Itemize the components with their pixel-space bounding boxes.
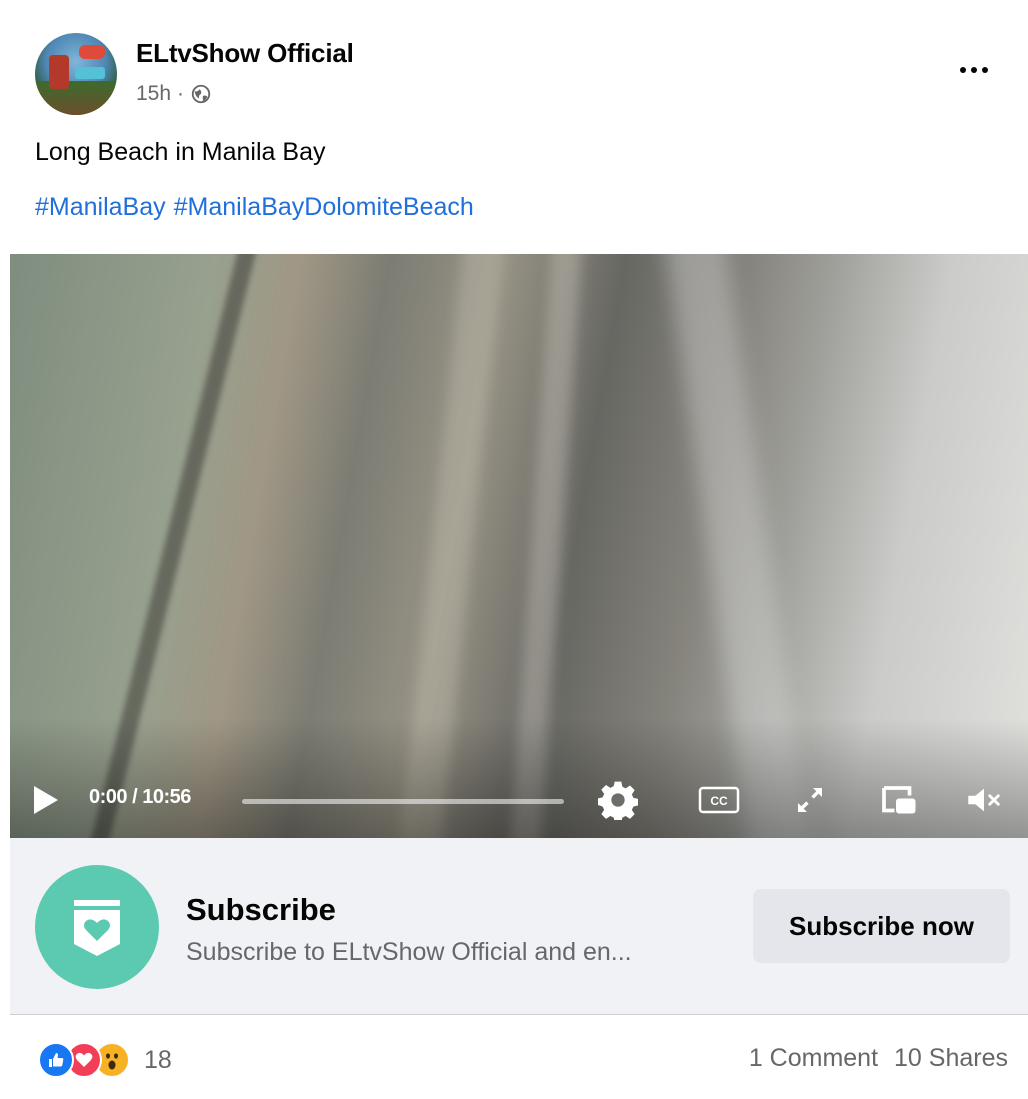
subscription-heart-icon [74,900,120,956]
page-avatar[interactable] [35,33,117,115]
fullscreen-icon[interactable] [788,780,832,820]
picture-in-picture-icon[interactable] [876,780,922,820]
video-player[interactable]: 0:00 / 10:56 CC [10,254,1028,838]
subscribe-panel: Subscribe Subscribe to ELtvShow Official… [10,838,1028,1014]
mute-icon[interactable] [962,780,1006,820]
divider [10,1014,1028,1015]
comment-count-link[interactable]: 1 Comment [749,1044,878,1073]
closed-captions-icon[interactable]: CC [696,780,742,820]
hashtag-link[interactable]: #ManilaBayDolomiteBeach [174,193,474,222]
subscribe-description: Subscribe to ELtvShow Official and en... [186,938,632,966]
svg-text:CC: CC [710,794,728,808]
engagement-counts: 1 Comment 10 Shares [749,1044,1008,1073]
hashtag-link[interactable]: #ManilaBay [35,193,166,222]
share-count-link[interactable]: 10 Shares [894,1044,1008,1073]
play-icon[interactable] [34,786,58,814]
subscribe-badge [35,865,159,989]
post-card: ELtvShow Official 15h · Long Beach in Ma… [0,0,1028,1099]
post-hashtags: #ManilaBay #ManilaBayDolomiteBeach [35,193,474,222]
author-name[interactable]: ELtvShow Official [136,38,354,69]
settings-gear-icon[interactable] [596,780,640,820]
subscribe-title: Subscribe [186,892,336,927]
subscribe-now-button[interactable]: Subscribe now [753,889,1010,963]
video-scrubber[interactable] [242,799,564,804]
reaction-count: 18 [144,1045,172,1074]
post-timestamp[interactable]: 15h [136,82,171,106]
post-meta: 15h · [136,82,212,106]
video-controls: 0:00 / 10:56 CC [10,762,1028,834]
reactions-summary[interactable]: 18 [38,1040,172,1080]
post-caption: Long Beach in Manila Bay [35,138,326,166]
globe-icon [191,84,211,104]
more-options-icon[interactable] [952,52,996,88]
meta-separator: · [177,82,185,105]
like-reaction-icon [38,1042,74,1078]
video-time: 0:00 / 10:56 [89,786,191,808]
